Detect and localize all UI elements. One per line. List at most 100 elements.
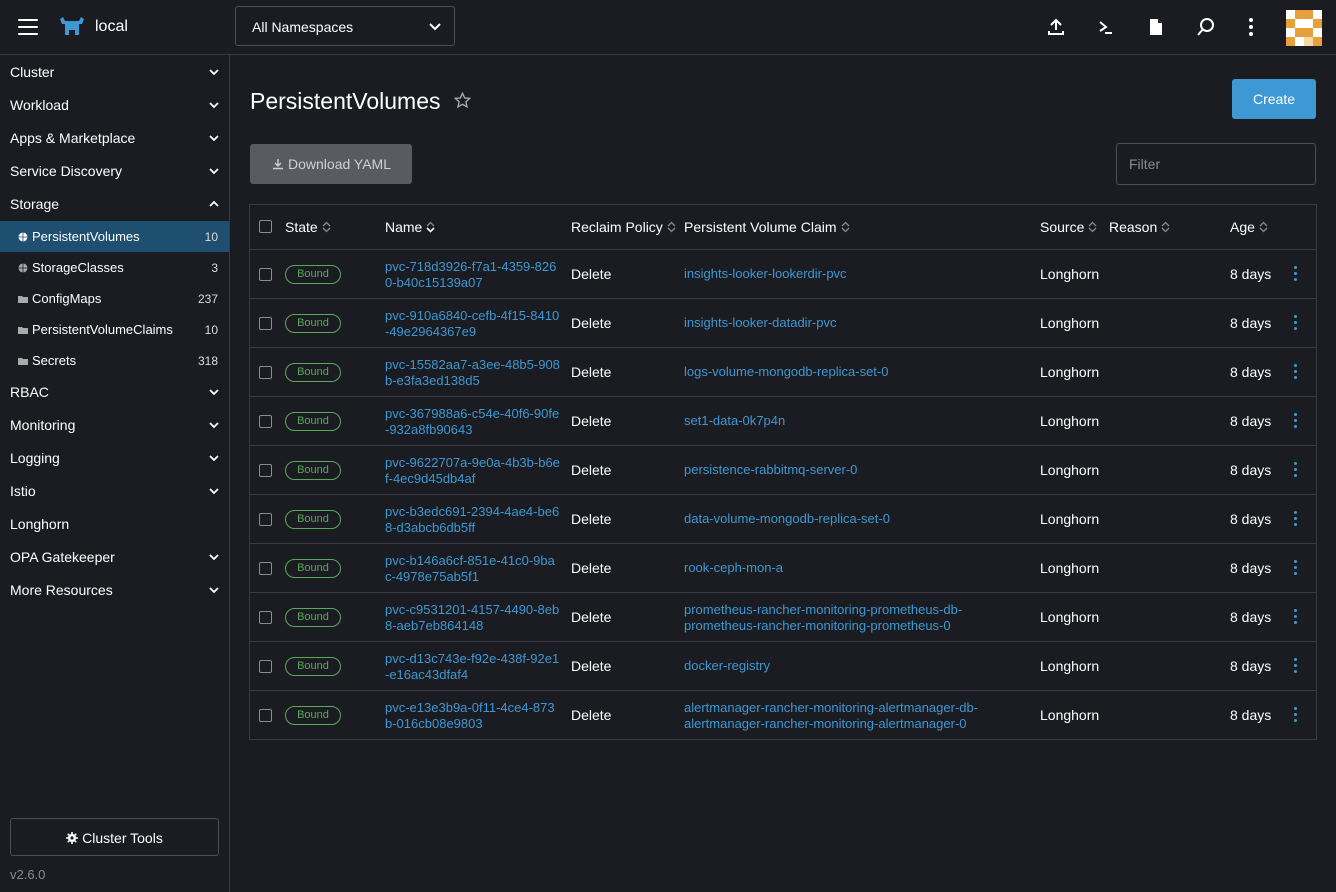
pv-name-link[interactable]: pvc-c9531201-4157-4490-8eb8-aeb7eb864148 [385,602,561,634]
nav-group-monitoring[interactable]: Monitoring [0,408,229,441]
sidebar-item-persistentvolumes[interactable]: PersistentVolumes 10 [0,221,229,252]
sidebar-item-storageclasses[interactable]: StorageClasses 3 [0,252,229,283]
sidebar-item-secrets[interactable]: Secrets 318 [0,345,229,376]
pvc-link[interactable]: insights-looker-lookerdir-pvc [684,266,1024,282]
column-age[interactable]: Age [1230,219,1268,235]
pv-name-link[interactable]: pvc-d13c743e-f92e-438f-92e1-e16ac43dfaf4 [385,651,561,683]
pv-name-link[interactable]: pvc-b3edc691-2394-4ae4-be68-d3abcb6db5ff [385,504,561,536]
pv-name-link[interactable]: pvc-367988a6-c54e-40f6-90fe-932a8fb90643 [385,406,561,438]
pvc-link[interactable]: prometheus-rancher-monitoring-prometheus… [684,602,1024,634]
nav-group-rbac[interactable]: RBAC [0,375,229,408]
sidebar-item-persistentvolumeclaims[interactable]: PersistentVolumeClaims 10 [0,314,229,345]
download-icon [273,159,283,170]
pv-name-link[interactable]: pvc-718d3926-f7a1-4359-8260-b40c15139a07 [385,259,561,291]
nav-group-label: Service Discovery [10,163,123,179]
status-badge: Bound [285,706,341,725]
pvc-link[interactable]: rook-ceph-mon-a [684,560,1024,576]
cluster-tools-button[interactable]: Cluster Tools [10,818,219,856]
row-checkbox[interactable] [259,660,272,673]
nav-group-longhorn[interactable]: Longhorn [0,507,229,540]
row-checkbox[interactable] [259,513,272,526]
column-reclaim-policy[interactable]: Reclaim Policy [571,219,676,235]
download-yaml-button[interactable]: Download YAML [250,144,412,184]
nav-group-label: More Resources [10,582,113,598]
page-title: PersistentVolumes [250,88,441,114]
row-checkbox[interactable] [259,268,272,281]
pvc-link[interactable]: alertmanager-rancher-monitoring-alertman… [684,700,1024,732]
pvc-link[interactable]: set1-data-0k7p4n [684,413,1024,429]
row-actions-icon[interactable] [1292,560,1298,576]
nav-group-opa-gatekeeper[interactable]: OPA Gatekeeper [0,540,229,573]
pvc-link[interactable]: insights-looker-datadir-pvc [684,315,1024,331]
nav-group-more-resources[interactable]: More Resources [0,573,229,606]
pvc-link[interactable]: logs-volume-mongodb-replica-set-0 [684,364,1024,380]
status-badge: Bound [285,510,341,529]
pvc-link[interactable]: data-volume-mongodb-replica-set-0 [684,511,1024,527]
row-actions-icon[interactable] [1292,364,1298,380]
age: 8 days [1230,462,1272,478]
source: Longhorn [1040,658,1100,674]
filter-input[interactable] [1116,143,1316,185]
rancher-logo-icon[interactable] [58,15,86,39]
persistent-volumes-table: State Name Reclaim Policy Persistent Vol… [249,204,1317,740]
file-icon[interactable] [1146,17,1166,37]
namespace-select[interactable]: All Namespaces [235,6,455,46]
row-checkbox[interactable] [259,611,272,624]
row-checkbox[interactable] [259,415,272,428]
create-button[interactable]: Create [1232,79,1316,119]
sort-icon [322,221,331,233]
avatar[interactable] [1286,10,1322,46]
nav-group-workload[interactable]: Workload [0,88,229,121]
column-name[interactable]: Name [385,219,435,235]
column-persistent-volume-claim[interactable]: Persistent Volume Claim [684,219,850,235]
pv-name-link[interactable]: pvc-e13e3b9a-0f11-4ce4-873b-016cb08e9803 [385,700,561,732]
row-actions-icon[interactable] [1292,462,1298,478]
source: Longhorn [1040,266,1100,282]
column-reason[interactable]: Reason [1109,219,1170,235]
column-label: Name [385,219,423,235]
more-vertical-icon[interactable] [1241,17,1261,37]
search-icon[interactable] [1196,17,1216,37]
nav-group-storage[interactable]: Storage [0,187,229,220]
pvc-link[interactable]: docker-registry [684,658,1024,674]
row-checkbox[interactable] [259,562,272,575]
row-checkbox[interactable] [259,317,272,330]
age: 8 days [1230,266,1272,282]
pv-name-link[interactable]: pvc-15582aa7-a3ee-48b5-908b-e3fa3ed138d5 [385,357,561,389]
row-actions-icon[interactable] [1292,658,1298,674]
status-badge: Bound [285,608,341,627]
row-actions-icon[interactable] [1292,609,1298,625]
row-actions-icon[interactable] [1292,413,1298,429]
menu-icon[interactable] [18,19,38,35]
nav-group-istio[interactable]: Istio [0,474,229,507]
sidebar-item-configmaps[interactable]: ConfigMaps 237 [0,283,229,314]
row-checkbox[interactable] [259,709,272,722]
upload-icon[interactable] [1046,17,1066,37]
select-all-checkbox[interactable] [259,220,272,233]
pv-name-link[interactable]: pvc-9622707a-9e0a-4b3b-b6ef-4ec9d45db4af [385,455,561,487]
nav-group-logging[interactable]: Logging [0,441,229,474]
cluster-name[interactable]: local [95,18,128,36]
row-checkbox[interactable] [259,464,272,477]
nav-group-label: Istio [10,483,36,499]
sort-icon [1259,221,1268,233]
row-actions-icon[interactable] [1292,266,1298,282]
row-actions-icon[interactable] [1292,511,1298,527]
star-icon[interactable] [454,92,471,109]
row-actions-icon[interactable] [1292,707,1298,723]
row-checkbox[interactable] [259,366,272,379]
shell-icon[interactable] [1096,17,1116,37]
pvc-link[interactable]: persistence-rabbitmq-server-0 [684,462,1024,478]
pv-name-link[interactable]: pvc-b146a6cf-851e-41c0-9bac-4978e75ab5f1 [385,553,561,585]
pv-name-link[interactable]: pvc-910a6840-cefb-4f15-8410-49e2964367e9 [385,308,561,340]
nav-group-cluster[interactable]: Cluster [0,55,229,88]
table-row: Bound pvc-15582aa7-a3ee-48b5-908b-e3fa3e… [250,348,1316,397]
chevron-down-icon [209,102,219,109]
age: 8 days [1230,707,1272,723]
row-actions-icon[interactable] [1292,315,1298,331]
nav-group-apps-marketplace[interactable]: Apps & Marketplace [0,121,229,154]
nav-group-service-discovery[interactable]: Service Discovery [0,154,229,187]
column-source[interactable]: Source [1040,219,1097,235]
column-state[interactable]: State [285,219,331,235]
reclaim-policy: Delete [571,707,612,723]
